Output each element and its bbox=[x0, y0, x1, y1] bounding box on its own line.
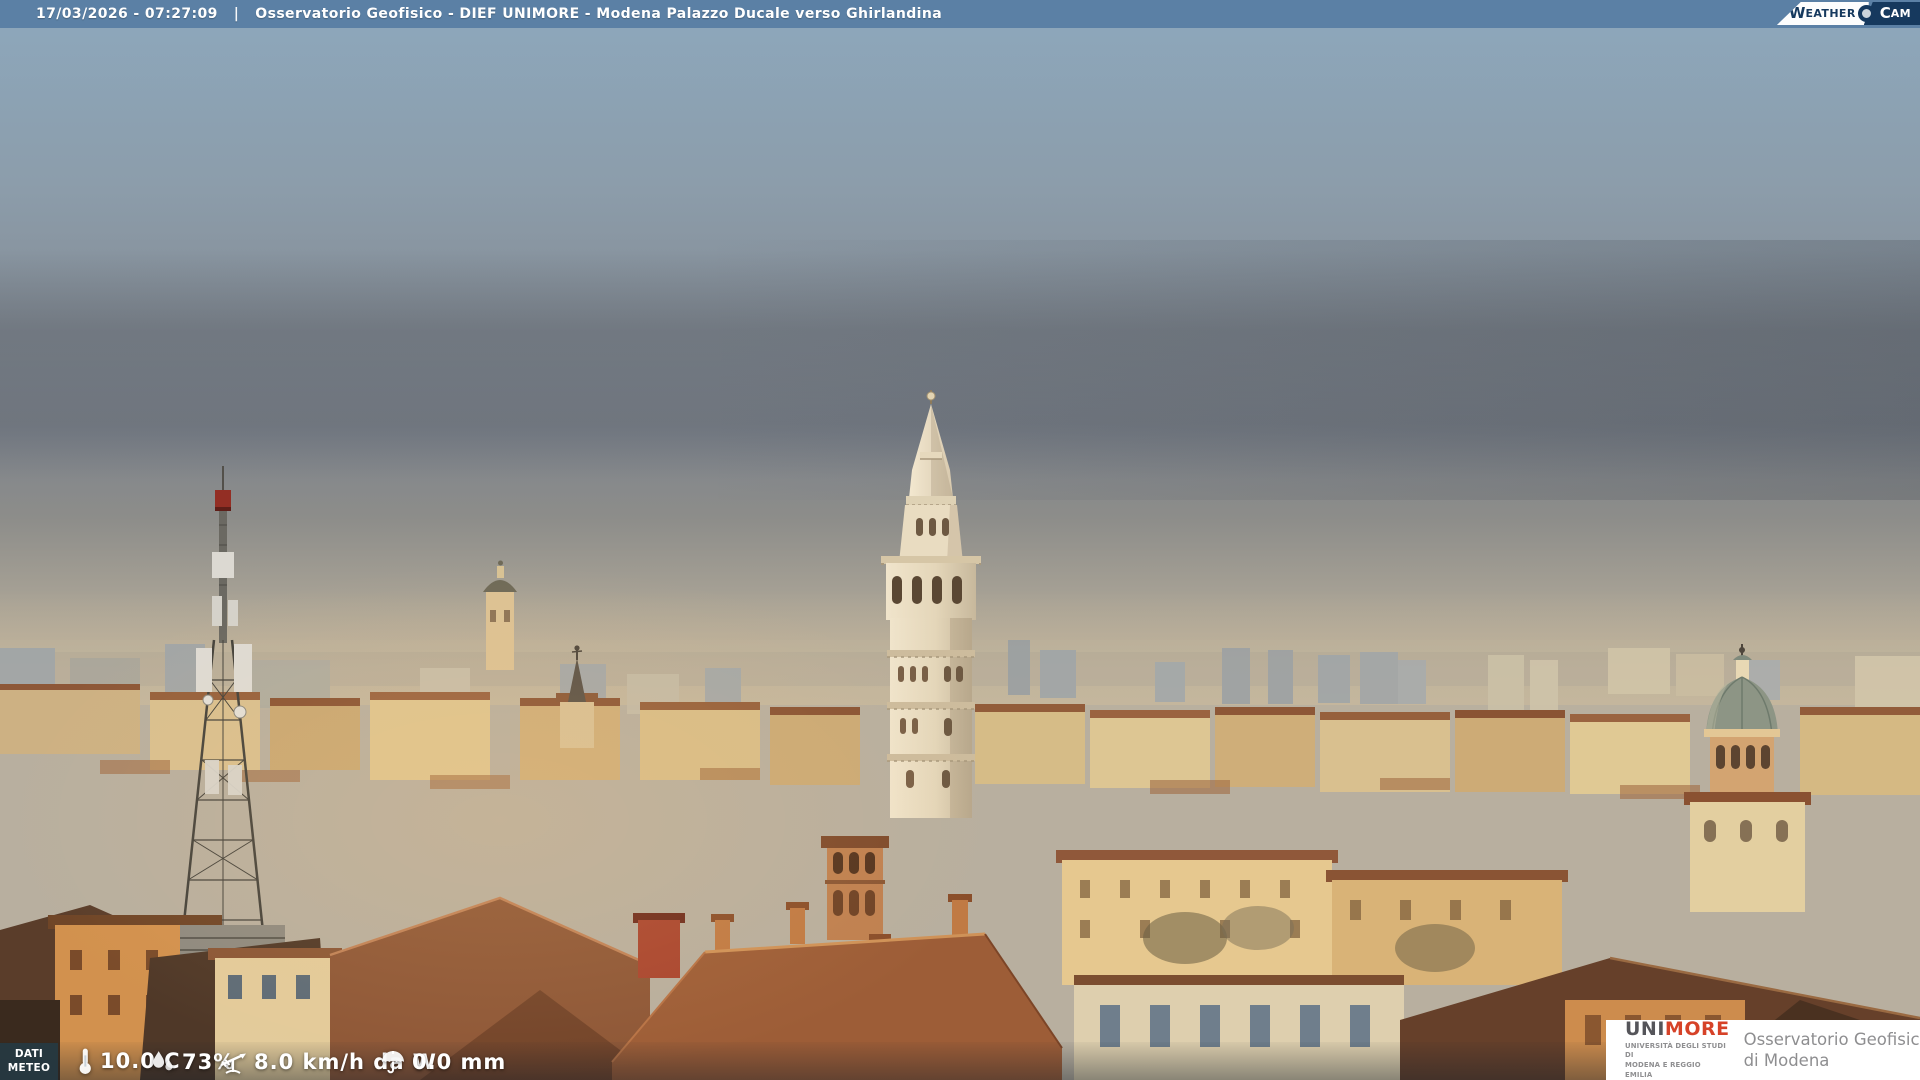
unimore-wordmark: UNIMORE UNIVERSITÀ DEGLI STUDI DI MODENA… bbox=[1625, 1017, 1730, 1080]
dati-meteo-label: DATI METEO bbox=[0, 1043, 58, 1080]
header-separator: | bbox=[233, 6, 240, 22]
university-subtitle-line1: UNIVERSITÀ DEGLI STUDI DI bbox=[1625, 1041, 1726, 1060]
webcam-photo bbox=[0, 0, 1920, 1080]
weathercam-weather-label: W EATHER bbox=[1776, 2, 1869, 25]
university-subtitle-line2: MODENA E REGGIO EMILIA bbox=[1625, 1061, 1701, 1079]
unimore-uni-text: UNI bbox=[1625, 1017, 1665, 1040]
rain-value: 0.0 mm bbox=[412, 1050, 507, 1074]
weathercam-lens-icon bbox=[1857, 5, 1875, 22]
thermometer-icon bbox=[79, 1048, 91, 1074]
wind-vane-icon bbox=[220, 1053, 246, 1074]
umbrella-icon bbox=[382, 1051, 404, 1074]
humidity-icon bbox=[153, 1051, 173, 1071]
morning-light bbox=[0, 560, 1000, 1080]
datetime-label: 17/03/2026 - 07:27:09 bbox=[36, 6, 218, 22]
page-title: Osservatorio Geofisico - DIEF UNIMORE - … bbox=[255, 6, 943, 22]
observatory-name: Osservatorio Geofisico di Modena bbox=[1743, 1029, 1920, 1070]
rain-reading: 0.0 mm bbox=[380, 1048, 506, 1076]
unimore-observatory-logo[interactable]: UNIMORE UNIVERSITÀ DEGLI STUDI DI MODENA… bbox=[1606, 1017, 1920, 1080]
unimore-more-text: MORE bbox=[1664, 1017, 1730, 1040]
weathercam-logo[interactable]: W EATHER C AM bbox=[1776, 2, 1920, 25]
header-bar: 17/03/2026 - 07:27:09 | Osservatorio Geo… bbox=[0, 0, 1920, 28]
